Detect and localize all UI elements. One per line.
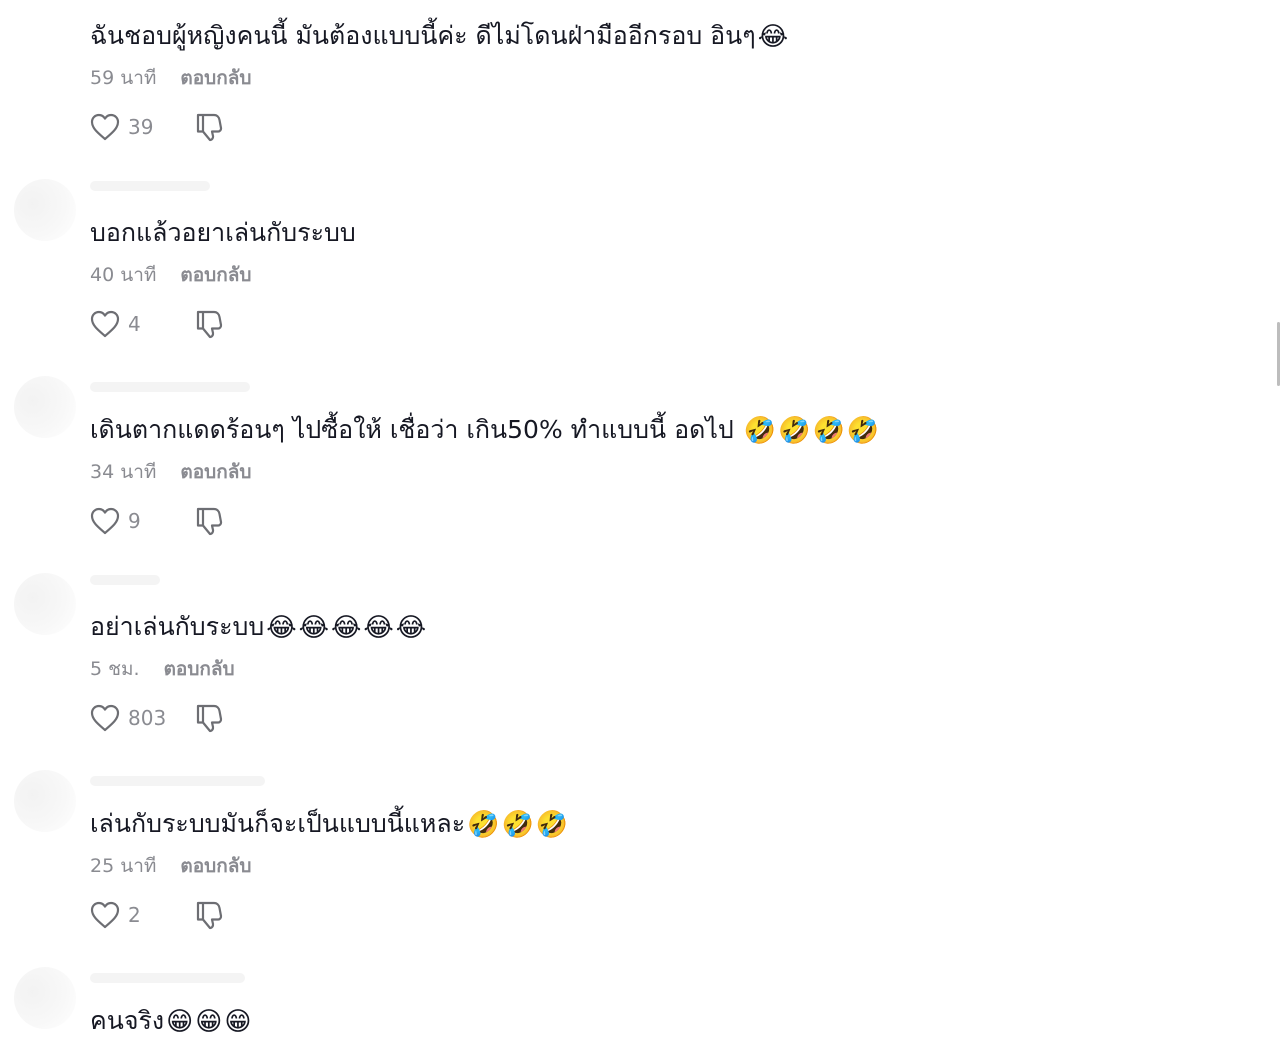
comment-time: 59 นาที bbox=[90, 67, 157, 89]
comment-meta: 25 นาที ตอบกลับ bbox=[90, 853, 251, 879]
comment-emojis: 🤣🤣🤣 bbox=[467, 810, 571, 840]
comment-time: 34 นาที bbox=[90, 461, 157, 483]
dislike-button[interactable] bbox=[194, 506, 224, 536]
comment-item: เดินตากแดดร้อนๆ ไปซื้อให้ เชื่อว่า เกิน5… bbox=[0, 376, 1280, 591]
heart-outline-icon bbox=[90, 113, 120, 141]
comment-actions: 39 bbox=[90, 110, 223, 144]
avatar[interactable] bbox=[14, 967, 76, 1029]
heart-outline-icon bbox=[90, 901, 120, 929]
comment-list: ฉันชอบผู้หญิงคนนี้ มันต้องแบบนี้ค่ะ ดีไม… bbox=[0, 0, 1280, 1043]
comment-actions: 803 bbox=[90, 701, 223, 735]
username[interactable] bbox=[90, 382, 250, 392]
reply-button[interactable]: ตอบกลับ bbox=[180, 855, 251, 877]
reply-button[interactable]: ตอบกลับ bbox=[180, 461, 251, 483]
dislike-button[interactable] bbox=[194, 703, 224, 733]
comment-body: อย่าเล่นกับระบบ bbox=[90, 612, 265, 641]
comment-meta: 34 นาที ตอบกลับ bbox=[90, 459, 251, 485]
comment-text: เล่นกับระบบมันก็จะเป็นแบบนี้แหละ🤣🤣🤣 bbox=[90, 804, 570, 845]
comment-actions: 4 bbox=[90, 307, 223, 341]
comment-body: ฉันชอบผู้หญิงคนนี้ มันต้องแบบนี้ค่ะ ดีไม… bbox=[90, 21, 756, 50]
reply-button[interactable]: ตอบกลับ bbox=[164, 658, 235, 680]
avatar[interactable] bbox=[14, 770, 76, 832]
username[interactable] bbox=[90, 575, 160, 585]
dislike-button[interactable] bbox=[194, 309, 224, 339]
comment-time: 5 ชม. bbox=[90, 658, 140, 680]
comment-meta: 59 นาที ตอบกลับ bbox=[90, 65, 251, 91]
dislike-button[interactable] bbox=[194, 112, 224, 142]
comment-item: ฉันชอบผู้หญิงคนนี้ มันต้องแบบนี้ค่ะ ดีไม… bbox=[0, 0, 1280, 197]
thumbs-down-outline-icon bbox=[196, 507, 223, 536]
comment-body: คนจริง bbox=[90, 1006, 165, 1035]
username[interactable] bbox=[90, 973, 245, 983]
avatar[interactable] bbox=[14, 573, 76, 635]
username[interactable] bbox=[90, 776, 265, 786]
comment-body: เล่นกับระบบมันก็จะเป็นแบบนี้แหละ bbox=[90, 809, 466, 838]
like-button[interactable]: 9 bbox=[90, 507, 141, 535]
like-button[interactable]: 4 bbox=[90, 310, 141, 338]
username[interactable] bbox=[90, 181, 210, 191]
comment-item: อย่าเล่นกับระบบ😂😂😂😂😂 5 ชม. ตอบกลับ 803 bbox=[0, 573, 1280, 788]
comment-meta: 5 ชม. ตอบกลับ bbox=[90, 656, 235, 682]
like-button[interactable]: 2 bbox=[90, 901, 141, 929]
thumbs-down-outline-icon bbox=[196, 113, 223, 142]
comment-emojis: 😁😁😁 bbox=[166, 1007, 254, 1037]
avatar[interactable] bbox=[14, 179, 76, 241]
comment-time: 40 นาที bbox=[90, 264, 157, 286]
comment-item: บอกแล้วอยาเล่นกับระบบ 40 นาที ตอบกลับ 4 bbox=[0, 179, 1280, 394]
comment-time: 25 นาที bbox=[90, 855, 157, 877]
like-count: 39 bbox=[128, 115, 154, 139]
comment-emojis: 😂😂😂😂😂 bbox=[266, 613, 429, 643]
thumbs-down-outline-icon bbox=[196, 310, 223, 339]
comment-emojis: 🤣🤣🤣🤣 bbox=[743, 416, 882, 446]
dislike-button[interactable] bbox=[194, 900, 224, 930]
comment-text: ฉันชอบผู้หญิงคนนี้ มันต้องแบบนี้ค่ะ ดีไม… bbox=[90, 16, 790, 57]
thumbs-down-outline-icon bbox=[196, 704, 223, 733]
comment-item: เล่นกับระบบมันก็จะเป็นแบบนี้แหละ🤣🤣🤣 25 น… bbox=[0, 770, 1280, 985]
like-count: 803 bbox=[128, 706, 167, 730]
reply-button[interactable]: ตอบกลับ bbox=[180, 67, 251, 89]
like-button[interactable]: 39 bbox=[90, 113, 153, 141]
avatar[interactable] bbox=[14, 376, 76, 438]
comment-text: เดินตากแดดร้อนๆ ไปซื้อให้ เชื่อว่า เกิน5… bbox=[90, 410, 881, 451]
comment-meta: 40 นาที ตอบกลับ bbox=[90, 262, 251, 288]
reply-button[interactable]: ตอบกลับ bbox=[180, 264, 251, 286]
heart-outline-icon bbox=[90, 704, 120, 732]
comment-text: อย่าเล่นกับระบบ😂😂😂😂😂 bbox=[90, 607, 428, 648]
comment-body: บอกแล้วอยาเล่นกับระบบ bbox=[90, 218, 356, 247]
comment-text: คนจริง😁😁😁 bbox=[90, 1001, 253, 1042]
comment-actions: 9 bbox=[90, 504, 223, 538]
comment-text: บอกแล้วอยาเล่นกับระบบ bbox=[90, 213, 358, 253]
comment-item: คนจริง😁😁😁 bbox=[0, 967, 1280, 1043]
heart-outline-icon bbox=[90, 507, 120, 535]
like-count: 4 bbox=[128, 312, 141, 336]
comment-emojis: 😂 bbox=[757, 22, 791, 52]
thumbs-down-outline-icon bbox=[196, 901, 223, 930]
comment-actions: 2 bbox=[90, 898, 223, 932]
like-count: 2 bbox=[128, 903, 141, 927]
comment-body: เดินตากแดดร้อนๆ ไปซื้อให้ เชื่อว่า เกิน5… bbox=[90, 415, 742, 444]
like-button[interactable]: 803 bbox=[90, 704, 166, 732]
like-count: 9 bbox=[128, 509, 141, 533]
heart-outline-icon bbox=[90, 310, 120, 338]
